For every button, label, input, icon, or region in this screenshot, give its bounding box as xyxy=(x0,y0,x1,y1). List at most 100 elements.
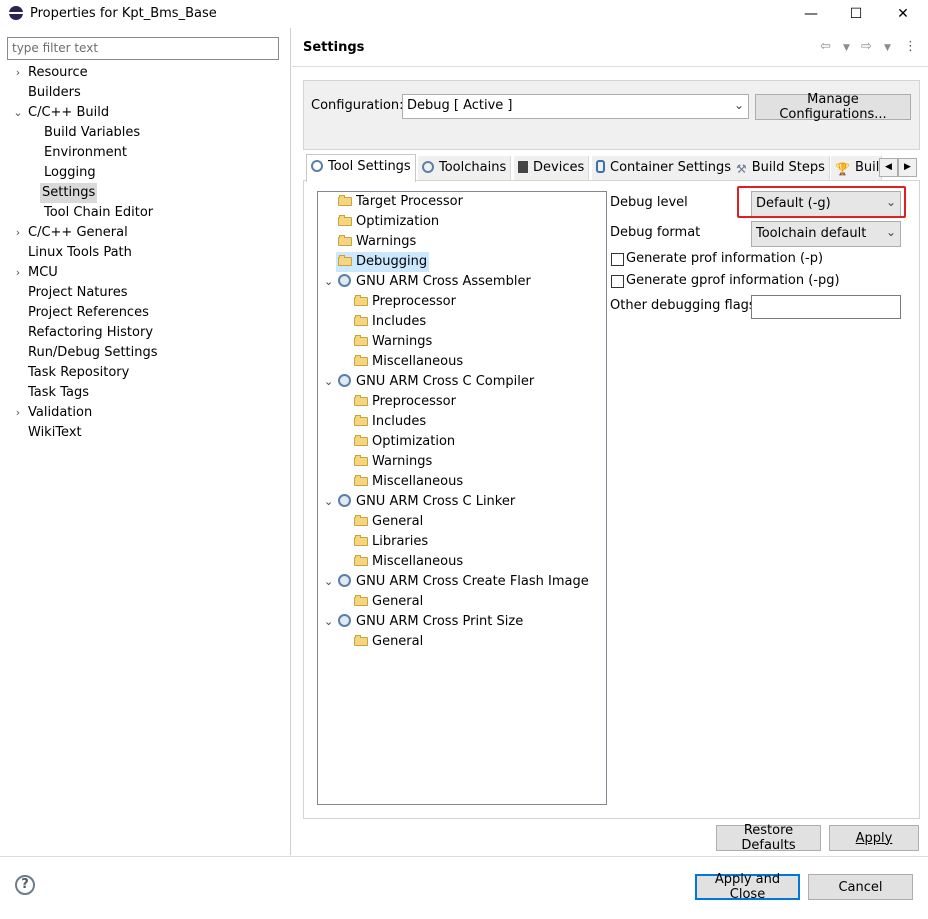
nav-item-task-tags[interactable]: Task Tags xyxy=(28,383,89,403)
filter-input[interactable] xyxy=(8,38,278,57)
folder-icon xyxy=(354,515,368,526)
tree-item-includes[interactable]: Includes xyxy=(354,312,426,332)
chevron-down-icon[interactable]: ⌄ xyxy=(324,492,333,512)
tree-item-label: GNU ARM Cross C Linker xyxy=(356,494,516,509)
tab-build-steps[interactable]: ⚒ Build Steps xyxy=(732,156,830,180)
other-flags-input[interactable] xyxy=(751,295,901,319)
tree-item-debugging[interactable]: Debugging xyxy=(336,252,430,272)
configuration-select[interactable]: Debug [ Active ] ⌄ xyxy=(402,94,749,119)
tab-devices[interactable]: Devices xyxy=(514,156,590,180)
chevron-right-icon[interactable]: › xyxy=(12,63,24,83)
tree-item-label: Warnings xyxy=(372,334,433,349)
tree-item-gnu-arm-c-compiler[interactable]: GNU ARM Cross C Compiler xyxy=(338,372,534,392)
chevron-right-icon[interactable]: › xyxy=(12,223,24,243)
gprof-checkbox[interactable] xyxy=(611,275,624,288)
tab-scroll-left-button[interactable]: ◀ xyxy=(879,158,898,177)
chevron-right-icon[interactable]: › xyxy=(12,263,24,283)
tree-item-preprocessor[interactable]: Preprocessor xyxy=(354,392,456,412)
chevron-down-icon[interactable]: ⌄ xyxy=(12,103,24,123)
tab-label: Tool Settings xyxy=(328,159,411,174)
nav-item-settings[interactable]: Settings xyxy=(40,183,98,203)
nav-item-build-variables[interactable]: Build Variables xyxy=(44,123,140,143)
gprof-label: Generate gprof information (-pg) xyxy=(626,273,840,288)
restore-defaults-label: Restore Defaults xyxy=(741,823,796,853)
tree-item-general[interactable]: General xyxy=(354,632,423,652)
tree-item-optimization[interactable]: Optimization xyxy=(354,432,455,452)
chevron-right-icon[interactable]: › xyxy=(12,403,24,423)
tree-item-general[interactable]: General xyxy=(354,592,423,612)
restore-defaults-button[interactable]: Restore Defaults xyxy=(716,823,821,853)
apply-button[interactable]: Apply xyxy=(829,825,919,851)
tree-item-target-processor[interactable]: Target Processor xyxy=(338,192,463,212)
pane-divider[interactable] xyxy=(290,28,291,855)
nav-tree: › Resource Builders ⌄ C/C++ Build Build … xyxy=(0,63,288,453)
nav-item-refactoring-history[interactable]: Refactoring History xyxy=(28,323,153,343)
tab-scroll-right-button[interactable]: ▶ xyxy=(898,158,917,177)
nav-item-resource[interactable]: Resource xyxy=(28,63,88,83)
tab-tool-settings[interactable]: Tool Settings xyxy=(306,154,416,182)
tree-item-optimization[interactable]: Optimization xyxy=(338,212,439,232)
nav-item-cpp-general[interactable]: C/C++ General xyxy=(28,223,128,243)
nav-item-project-references[interactable]: Project References xyxy=(28,303,149,323)
nav-item-validation[interactable]: Validation xyxy=(28,403,92,423)
nav-item-task-repository[interactable]: Task Repository xyxy=(28,363,129,383)
maximize-button[interactable]: ☐ xyxy=(833,0,879,28)
nav-item-mcu[interactable]: MCU xyxy=(28,263,58,283)
tree-item-gnu-arm-assembler[interactable]: GNU ARM Cross Assembler xyxy=(338,272,531,292)
tree-item-miscellaneous[interactable]: Miscellaneous xyxy=(354,552,463,572)
tree-item-general[interactable]: General xyxy=(354,512,423,532)
tree-item-gnu-arm-c-linker[interactable]: GNU ARM Cross C Linker xyxy=(338,492,515,512)
tree-item-label: General xyxy=(372,514,424,529)
chevron-down-icon[interactable]: ▼ xyxy=(843,43,850,59)
cancel-button[interactable]: Cancel xyxy=(808,874,913,900)
back-arrow-icon[interactable]: ⇦ xyxy=(820,39,831,55)
prof-checkbox[interactable] xyxy=(611,253,624,266)
debug-format-label: Debug format xyxy=(610,225,701,240)
minimize-button[interactable]: — xyxy=(788,0,834,28)
nav-item-linux-tools-path[interactable]: Linux Tools Path xyxy=(28,243,132,263)
wrench-icon: ⚒ xyxy=(736,162,747,176)
apply-and-close-button[interactable]: Apply and Close xyxy=(695,872,800,902)
folder-icon xyxy=(354,455,368,466)
tree-item-warnings[interactable]: Warnings xyxy=(338,232,416,252)
tree-item-label: Miscellaneous xyxy=(372,354,464,369)
tab-build-artifact[interactable]: 🏆 Buil xyxy=(831,156,882,180)
nav-item-project-natures[interactable]: Project Natures xyxy=(28,283,127,303)
tree-item-gnu-arm-print-size[interactable]: GNU ARM Cross Print Size xyxy=(338,612,523,632)
help-icon[interactable]: ? xyxy=(15,875,35,895)
forward-arrow-icon[interactable]: ⇨ xyxy=(861,39,872,55)
chevron-down-icon[interactable]: ▼ xyxy=(884,43,891,59)
gear-icon xyxy=(422,161,434,173)
nav-item-run-debug-settings[interactable]: Run/Debug Settings xyxy=(28,343,158,363)
tree-item-miscellaneous[interactable]: Miscellaneous xyxy=(354,352,463,372)
tree-item-libraries[interactable]: Libraries xyxy=(354,532,428,552)
tab-toolchains[interactable]: Toolchains xyxy=(418,156,512,180)
chevron-down-icon[interactable]: ⌄ xyxy=(324,572,333,592)
nav-item-logging[interactable]: Logging xyxy=(44,163,96,183)
chevron-down-icon[interactable]: ⌄ xyxy=(324,272,333,292)
tool-settings-tree[interactable]: Target Processor Optimization Warnings D… xyxy=(317,191,607,805)
tree-item-warnings[interactable]: Warnings xyxy=(354,452,432,472)
header-divider xyxy=(292,66,928,67)
tree-item-miscellaneous[interactable]: Miscellaneous xyxy=(354,472,463,492)
tree-item-includes[interactable]: Includes xyxy=(354,412,426,432)
tab-label: Devices xyxy=(533,160,585,175)
folder-icon xyxy=(354,555,368,566)
tab-container-settings[interactable]: Container Settings xyxy=(592,156,736,180)
nav-item-cpp-build[interactable]: C/C++ Build xyxy=(28,103,109,123)
chevron-down-icon[interactable]: ⌄ xyxy=(324,612,333,632)
tree-item-label: Warnings xyxy=(356,234,417,249)
close-button[interactable]: ✕ xyxy=(880,0,926,28)
nav-item-builders[interactable]: Builders xyxy=(28,83,81,103)
folder-icon xyxy=(354,535,368,546)
chevron-down-icon[interactable]: ⌄ xyxy=(324,372,333,392)
tree-item-warnings[interactable]: Warnings xyxy=(354,332,432,352)
debug-format-select[interactable]: Toolchain default ⌄ xyxy=(751,221,901,247)
more-options-icon[interactable]: ⋮ xyxy=(904,39,917,55)
nav-item-tool-chain-editor[interactable]: Tool Chain Editor xyxy=(44,203,153,223)
nav-item-wikitext[interactable]: WikiText xyxy=(28,423,82,443)
tree-item-gnu-arm-create-flash-image[interactable]: GNU ARM Cross Create Flash Image xyxy=(338,572,589,592)
tree-item-preprocessor[interactable]: Preprocessor xyxy=(354,292,456,312)
nav-item-environment[interactable]: Environment xyxy=(44,143,127,163)
manage-configurations-button[interactable]: Manage Configurations... xyxy=(755,92,911,122)
